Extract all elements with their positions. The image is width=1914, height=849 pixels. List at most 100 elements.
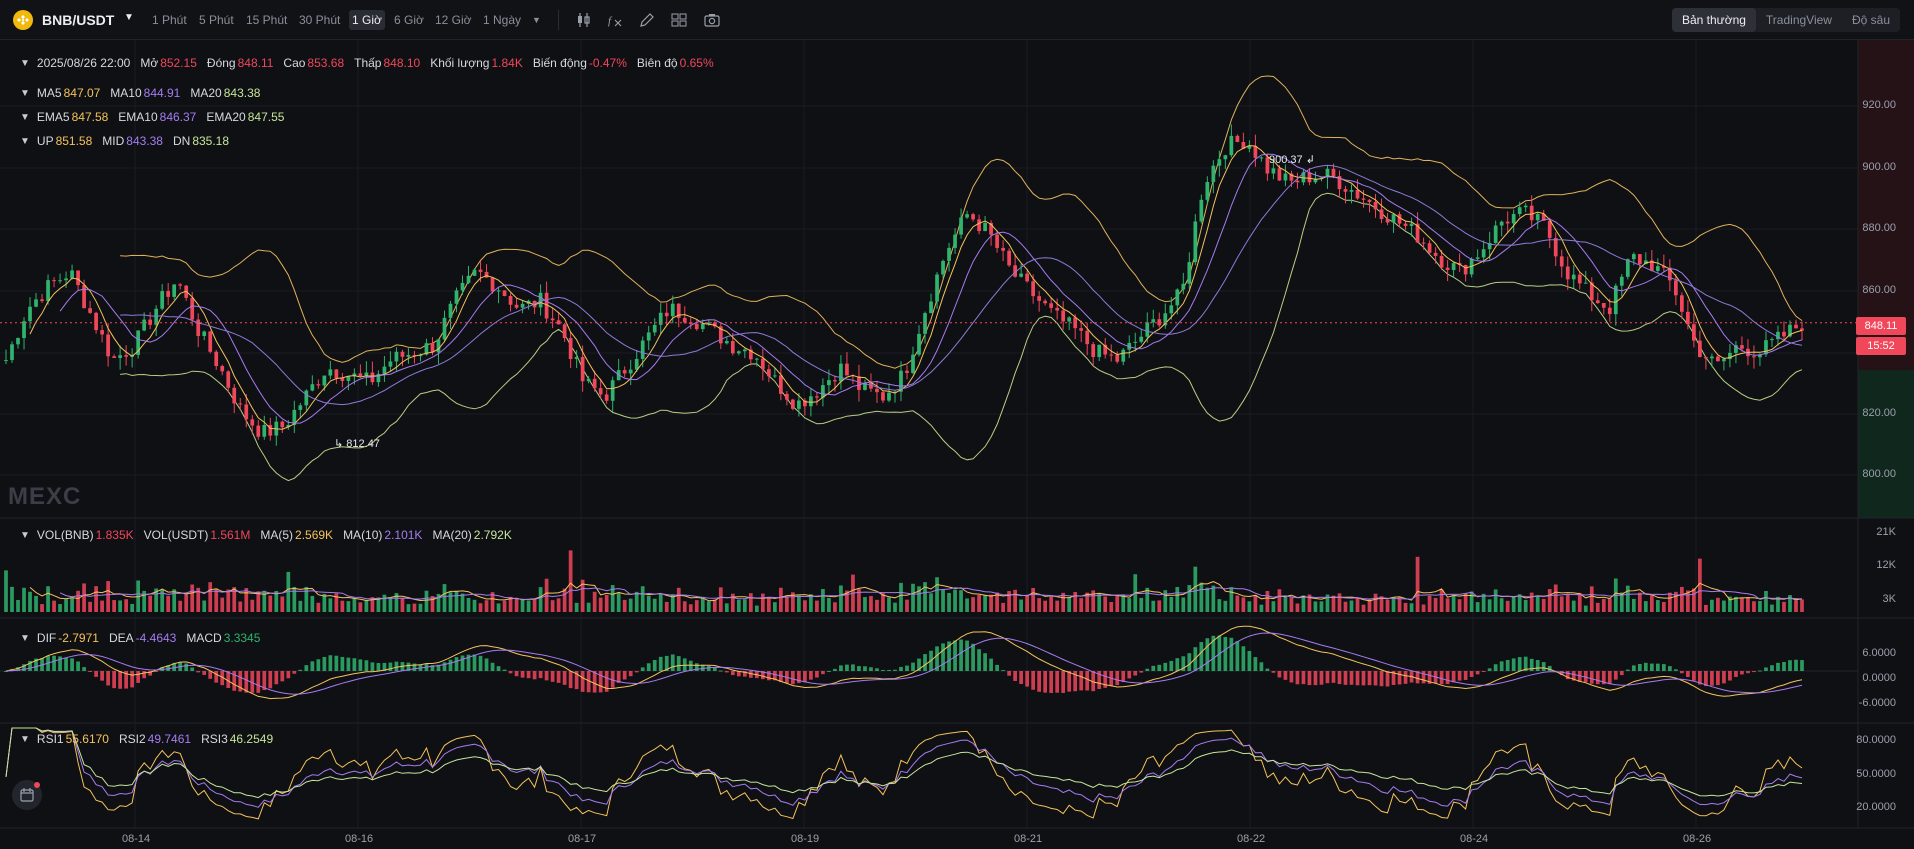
- volume-bar: [448, 592, 453, 612]
- macd-histogram-bar: [94, 671, 98, 677]
- volume-bar: [88, 601, 92, 612]
- macd-histogram-bar: [863, 666, 867, 671]
- volume-bar: [4, 570, 8, 612]
- candle-body: [983, 222, 987, 232]
- volume-bar: [893, 602, 897, 612]
- volume-bar: [352, 598, 357, 612]
- ma10-value: 844.91: [143, 86, 181, 100]
- macd-histogram-bar: [1361, 671, 1366, 686]
- collapse-chevron-icon[interactable]: ▼: [20, 136, 30, 147]
- volume-bar: [640, 586, 645, 612]
- volume-bar: [1397, 597, 1402, 612]
- timeframe-15m[interactable]: 15 Phút: [243, 10, 290, 30]
- macd-histogram-bar: [1013, 671, 1017, 682]
- timeframe-5m[interactable]: 5 Phút: [196, 10, 237, 30]
- macd-histogram-bar: [1343, 671, 1348, 685]
- view-standard-tab[interactable]: Bản thường: [1671, 8, 1756, 32]
- indicator-icon[interactable]: f: [606, 11, 624, 29]
- candle-body: [1607, 307, 1612, 315]
- macd-histogram-bar: [1397, 671, 1402, 685]
- view-depth-tab[interactable]: Độ sâu: [1842, 8, 1900, 32]
- macd-histogram-bar: [803, 671, 807, 683]
- screenshot-icon[interactable]: [703, 11, 721, 29]
- candle-body: [1031, 281, 1036, 297]
- macd-histogram-bar: [1643, 662, 1648, 671]
- candle-body: [1181, 283, 1186, 290]
- collapse-chevron-icon[interactable]: ▼: [20, 734, 30, 745]
- amplitude-value: 0.65%: [679, 56, 714, 70]
- candle-body: [1205, 182, 1210, 200]
- macd-histogram-bar: [670, 654, 675, 671]
- macd-histogram-bar: [538, 671, 543, 679]
- candle-body: [1529, 205, 1534, 221]
- volume-bar: [803, 600, 807, 612]
- ohlc-legend: ▼ 2025/08/26 22:00 Mở 852.15 Đóng 848.11…: [20, 56, 724, 70]
- mexc-watermark: MEXC: [8, 483, 82, 510]
- candle-body: [1637, 254, 1642, 265]
- floating-menu-button[interactable]: [12, 780, 42, 810]
- timeframe-more-icon[interactable]: ▼: [529, 10, 544, 30]
- timeframe-1d[interactable]: 1 Ngày: [480, 10, 524, 30]
- timeframe-12h[interactable]: 12 Giờ: [432, 10, 475, 30]
- macd-histogram-bar: [1511, 658, 1516, 671]
- collapse-chevron-icon[interactable]: ▼: [20, 530, 30, 541]
- volume-bar: [1391, 597, 1396, 612]
- collapse-chevron-icon[interactable]: ▼: [20, 88, 30, 99]
- ema20-label: EMA20: [206, 110, 246, 124]
- volume-bar: [1049, 596, 1054, 612]
- timeframe-30m[interactable]: 30 Phút: [296, 10, 343, 30]
- macd-histogram-bar: [881, 669, 885, 671]
- draw-icon[interactable]: [638, 11, 656, 29]
- timeframe-1h[interactable]: 1 Giờ: [349, 10, 385, 30]
- vol-ma10-label: MA(10): [343, 528, 383, 542]
- candle-body: [953, 234, 957, 248]
- volume-bar: [484, 600, 489, 612]
- volume-bar: [1241, 597, 1246, 612]
- macd-histogram-bar: [1163, 662, 1168, 671]
- volume-bar: [1355, 597, 1360, 612]
- candle-body: [1403, 223, 1408, 226]
- volume-bar: [797, 595, 801, 612]
- timeframe-1m[interactable]: 1 Phút: [149, 10, 190, 30]
- volume-bar: [532, 598, 537, 612]
- timeframe-6h[interactable]: 6 Giờ: [391, 10, 427, 30]
- chart-canvas[interactable]: [0, 40, 1914, 849]
- volume-bar: [730, 593, 735, 612]
- candle-style-icon[interactable]: [575, 11, 593, 29]
- candle-body: [815, 396, 819, 398]
- volume-bar: [1577, 592, 1582, 612]
- volume-bar: [1229, 587, 1234, 612]
- volume-bar: [652, 598, 657, 612]
- candle-body: [1145, 322, 1150, 337]
- collapse-chevron-icon[interactable]: ▼: [20, 633, 30, 644]
- layout-icon[interactable]: [670, 11, 688, 29]
- collapse-chevron-icon[interactable]: ▼: [20, 112, 30, 123]
- volume-bar: [785, 596, 789, 612]
- pair-selector[interactable]: BNB/USDT: [42, 12, 114, 28]
- pair-dropdown-icon[interactable]: ▼: [124, 12, 134, 23]
- volume-bar: [1637, 592, 1642, 612]
- view-tradingview-tab[interactable]: TradingView: [1756, 8, 1842, 32]
- volume-bar: [1181, 597, 1186, 612]
- candle-body: [1343, 189, 1348, 192]
- candle-body: [1655, 266, 1660, 271]
- volume-bar: [460, 593, 465, 612]
- candle-body: [1019, 273, 1023, 277]
- collapse-chevron-icon[interactable]: ▼: [20, 58, 30, 69]
- vol-usdt-value: 1.561M: [210, 528, 251, 542]
- candle-body: [208, 331, 213, 352]
- macd-histogram-bar: [1253, 657, 1258, 671]
- volume-bar: [328, 598, 333, 612]
- candle-body: [1211, 165, 1216, 183]
- macd-histogram-bar: [1505, 660, 1510, 671]
- macd-histogram-bar: [118, 671, 122, 689]
- volume-bar: [364, 600, 369, 612]
- volume-bar: [472, 599, 477, 612]
- volume-bar: [1547, 589, 1552, 612]
- volume-bar: [556, 598, 561, 612]
- candle-body: [1229, 135, 1234, 156]
- candle-body: [664, 312, 669, 317]
- volume-bar: [1511, 596, 1516, 612]
- macd-histogram-bar: [676, 656, 681, 671]
- candle-body: [580, 356, 585, 382]
